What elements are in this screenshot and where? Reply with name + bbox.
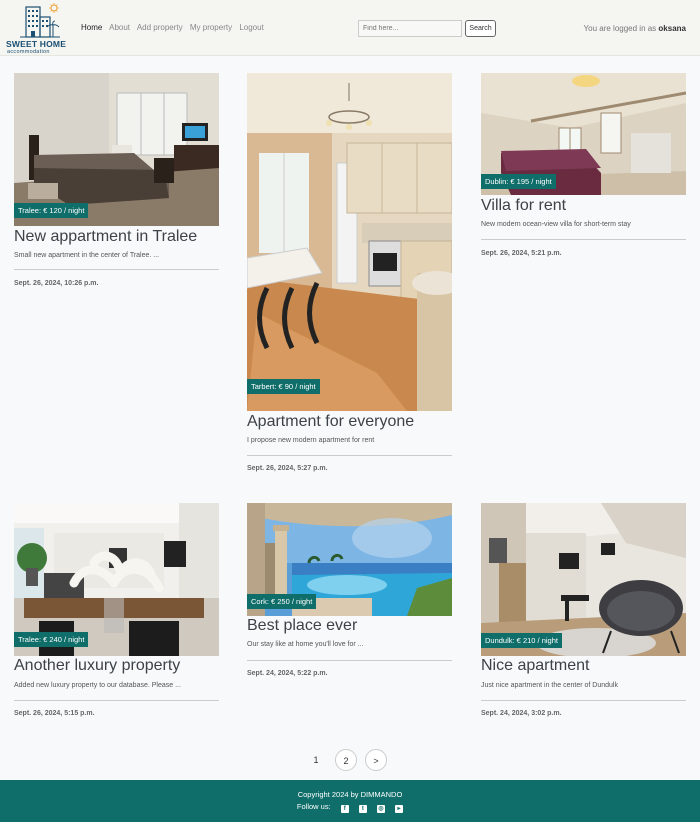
twitter-icon[interactable]: t [358, 805, 367, 813]
price-badge: Dundulk: € 210 / night [481, 633, 562, 648]
post-date: Sept. 26, 2024, 5:27 p.m. [247, 465, 328, 472]
brand-name: SWEET HOME [6, 39, 67, 49]
main-nav: Home About Add property My property Logo… [81, 23, 269, 32]
post-date: Sept. 24, 2024, 5:22 p.m. [247, 670, 328, 677]
login-status: You are logged in as oksana [584, 24, 686, 33]
property-description: Added new luxury property to our databas… [14, 682, 181, 689]
divider [14, 269, 219, 270]
brand-tagline: accommodation [7, 49, 50, 55]
property-title[interactable]: New appartment in Tralee [14, 228, 244, 246]
property-title[interactable]: Another luxury property [14, 657, 244, 675]
page-2-button[interactable]: 2 [335, 749, 357, 771]
building-logo-icon [20, 3, 60, 38]
property-photo[interactable] [247, 73, 452, 411]
price-badge: Dublin: € 195 / night [481, 174, 556, 189]
property-description: Just nice apartment in the center of Dun… [481, 682, 618, 689]
property-title[interactable]: Villa for rent [481, 197, 700, 215]
property-title[interactable]: Best place ever [247, 617, 477, 635]
next-page-button[interactable]: > [365, 749, 387, 771]
username: oksana [658, 24, 686, 33]
price-badge: Cork: € 250 / night [247, 594, 317, 609]
footer: Copyright 2024 by DIMMANDO Follow us: f … [0, 780, 700, 822]
post-date: Sept. 26, 2024, 5:15 p.m. [14, 710, 95, 717]
property-description: I propose new modern apartment for rent [247, 437, 375, 444]
divider [247, 660, 452, 661]
post-date: Sept. 26, 2024, 5:21 p.m. [481, 250, 562, 257]
logo[interactable]: SWEET HOME accommodation [6, 3, 68, 55]
property-description: Our stay like at home you'll love for ..… [247, 641, 364, 648]
search-input[interactable] [358, 20, 462, 37]
follow-us: Follow us: f t ◎ ▸ [0, 802, 700, 813]
youtube-icon[interactable]: ▸ [395, 805, 404, 813]
post-date: Sept. 26, 2024, 10:26 p.m. [14, 280, 99, 287]
nav-my-property[interactable]: My property [190, 23, 232, 32]
facebook-icon[interactable]: f [340, 805, 349, 813]
divider [481, 239, 686, 240]
property-title[interactable]: Apartment for everyone [247, 413, 477, 431]
nav-add-property[interactable]: Add property [137, 23, 183, 32]
property-description: New modern ocean-view villa for short-te… [481, 221, 631, 228]
nav-about[interactable]: About [109, 23, 130, 32]
divider [14, 700, 219, 701]
divider [481, 700, 686, 701]
instagram-icon[interactable]: ◎ [376, 805, 385, 813]
search-button[interactable]: Search [465, 20, 496, 37]
post-date: Sept. 24, 2024, 3:02 p.m. [481, 710, 562, 717]
login-prefix: You are logged in as [583, 24, 657, 33]
price-badge: Tralee: € 240 / night [14, 632, 89, 647]
page-current: 1 [313, 755, 319, 765]
follow-label: Follow us: [296, 802, 331, 811]
property-description: Small new apartment in the center of Tra… [14, 252, 160, 259]
top-navbar: SWEET HOME accommodation Home About Add … [0, 0, 700, 56]
price-badge: Tralee: € 120 / night [14, 203, 89, 218]
copyright: Copyright 2024 by DIMMANDO [297, 790, 403, 799]
nav-home[interactable]: Home [81, 23, 102, 32]
price-badge: Tarbert: € 90 / night [247, 379, 320, 394]
divider [247, 455, 452, 456]
nav-logout[interactable]: Logout [239, 23, 263, 32]
property-title[interactable]: Nice apartment [481, 657, 700, 675]
